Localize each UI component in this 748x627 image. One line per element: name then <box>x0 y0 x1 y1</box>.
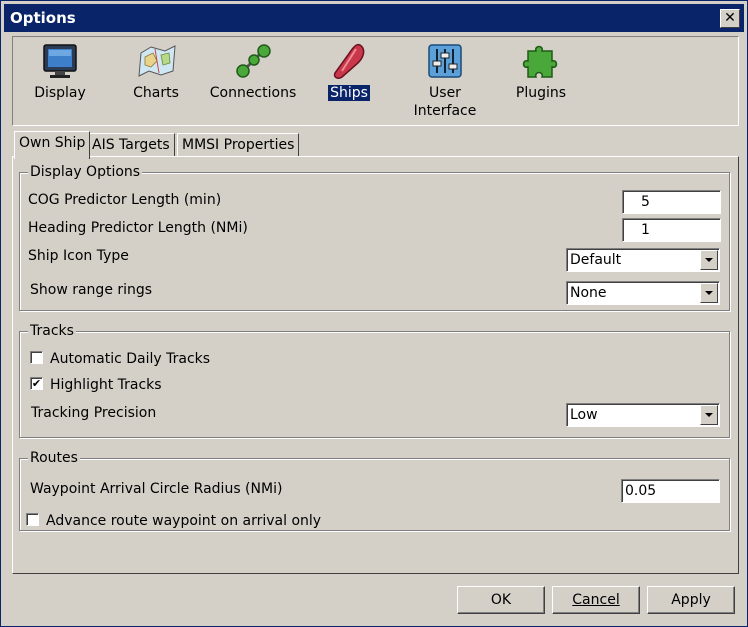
highlight-tracks-checkbox[interactable]: ✔ <box>30 377 43 390</box>
check-icon: ✔ <box>31 377 42 390</box>
tab-own-ship[interactable]: Own Ship <box>14 131 91 159</box>
cancel-button-label: Cancel <box>572 592 620 608</box>
tab-mmsi-properties-label: MMSI Properties <box>182 137 295 153</box>
range-rings-value: None <box>570 285 607 301</box>
arrival-radius-input[interactable]: 0.05 <box>621 479 720 503</box>
display-options-title: Display Options <box>28 163 143 181</box>
tracking-precision-value: Low <box>570 407 598 423</box>
category-toolbar: Display Charts Connections Ships User In… <box>12 36 739 126</box>
show-range-rings-label: Show range rings <box>30 282 153 298</box>
toolbar-item-user-interface[interactable]: User Interface <box>400 37 490 125</box>
ship-icon <box>333 43 365 79</box>
ship-icon-type-value: Default <box>570 252 622 268</box>
highlight-tracks-label: Highlight Tracks <box>50 377 162 393</box>
heading-predictor-input[interactable]: 1 <box>622 218 721 242</box>
toolbar-item-plugins[interactable]: Plugins <box>496 37 586 125</box>
routes-group: Routes Waypoint Arrival Circle Radius (N… <box>19 449 730 531</box>
advance-waypoint-checkbox[interactable] <box>26 513 39 526</box>
tracking-precision-label: Tracking Precision <box>31 405 157 421</box>
ship-icon-type-select[interactable]: Default <box>566 248 720 272</box>
cancel-button[interactable]: Cancel <box>552 586 640 614</box>
tab-ais-targets[interactable]: AIS Targets <box>87 133 175 157</box>
heading-predictor-label: Heading Predictor Length (NMi) <box>28 220 248 236</box>
window-title: Options <box>10 9 76 27</box>
tracks-group: Tracks Automatic Daily Tracks ✔ Highligh… <box>19 322 730 438</box>
toolbar-label-interface: Interface <box>413 103 477 119</box>
own-ship-panel: Display Options COG Predictor Length (mi… <box>12 156 739 574</box>
routes-title: Routes <box>28 449 80 467</box>
cog-predictor-input[interactable]: 5 <box>622 190 721 214</box>
toolbar-label-charts: Charts <box>133 85 179 101</box>
auto-daily-tracks-checkbox[interactable] <box>30 351 43 364</box>
toolbar-item-charts[interactable]: Charts <box>111 37 201 125</box>
title-bar[interactable]: Options ✕ <box>4 4 744 32</box>
range-rings-select[interactable]: None <box>566 281 720 305</box>
tracks-title: Tracks <box>28 322 76 340</box>
advance-waypoint-label: Advance route waypoint on arrival only <box>46 513 322 529</box>
puzzle-icon <box>522 45 558 78</box>
connections-icon <box>236 44 271 78</box>
arrival-radius-label: Waypoint Arrival Circle Radius (NMi) <box>30 481 283 497</box>
options-window: Options ✕ Display Charts Connections Shi… <box>0 0 748 627</box>
toolbar-label-plugins: Plugins <box>515 85 567 101</box>
toolbar-item-display[interactable]: Display <box>15 37 105 125</box>
cog-predictor-label: COG Predictor Length (min) <box>28 192 222 208</box>
toolbar-item-connections[interactable]: Connections <box>208 37 298 125</box>
tab-ais-targets-label: AIS Targets <box>92 137 170 153</box>
ship-icon-type-label: Ship Icon Type <box>28 248 129 264</box>
toolbar-item-ships[interactable]: Ships <box>304 37 394 125</box>
display-options-group: Display Options COG Predictor Length (mi… <box>19 163 730 311</box>
close-icon: ✕ <box>724 10 736 26</box>
chart-map-icon <box>138 45 176 77</box>
auto-daily-tracks-label: Automatic Daily Tracks <box>50 351 211 367</box>
tracking-precision-select[interactable]: Low <box>566 403 720 427</box>
sliders-icon <box>428 44 462 78</box>
chevron-down-icon[interactable] <box>700 250 718 270</box>
toolbar-label-ships: Ships <box>328 85 370 101</box>
ok-button[interactable]: OK <box>457 586 545 614</box>
tab-own-ship-label: Own Ship <box>19 135 86 151</box>
toolbar-label-display: Display <box>34 85 86 101</box>
close-button[interactable]: ✕ <box>720 9 740 28</box>
apply-button[interactable]: Apply <box>647 586 735 614</box>
toolbar-label-connections: Connections <box>209 85 297 101</box>
toolbar-label-user: User <box>429 85 461 101</box>
monitor-icon <box>43 44 77 78</box>
chevron-down-icon[interactable] <box>700 283 718 303</box>
chevron-down-icon[interactable] <box>700 405 718 425</box>
tab-mmsi-properties[interactable]: MMSI Properties <box>177 133 300 157</box>
